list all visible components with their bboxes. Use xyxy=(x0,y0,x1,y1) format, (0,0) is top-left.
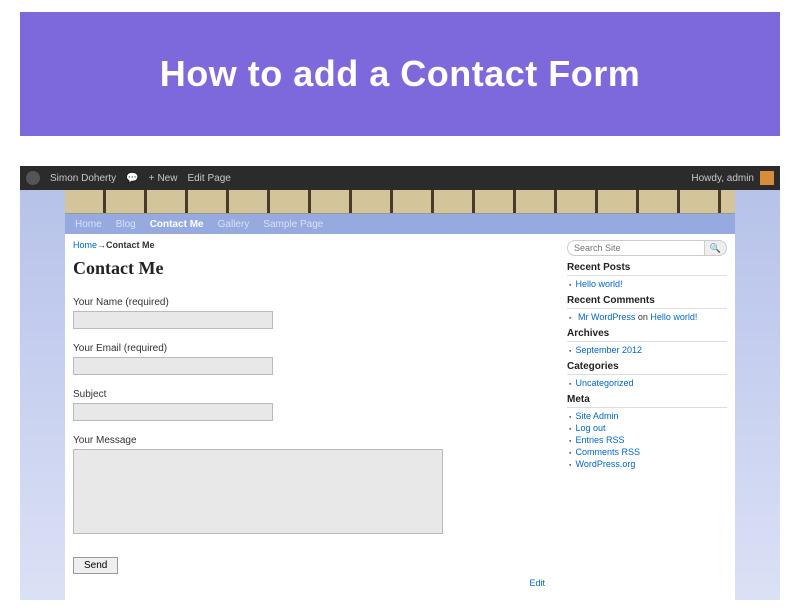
widget-title-archives: Archives xyxy=(567,328,727,342)
sidebar: 🔍 Recent Posts Hello world! Recent Comme… xyxy=(567,240,727,594)
admin-bar-right: Howdy, admin xyxy=(691,171,774,185)
categories-list: Uncategorized xyxy=(567,378,727,388)
nav-item-blog[interactable]: Blog xyxy=(116,219,136,230)
wp-admin-bar: Simon Doherty New Edit Page Howdy, admin xyxy=(20,166,780,190)
category-link[interactable]: Uncategorized xyxy=(575,378,633,388)
recent-post-link[interactable]: Hello world! xyxy=(575,279,622,289)
nav-item-sample-page[interactable]: Sample Page xyxy=(263,219,323,230)
name-label: Your Name (required) xyxy=(73,297,549,308)
form-group-subject: Subject xyxy=(73,389,549,421)
nav-item-contact-me[interactable]: Contact Me xyxy=(150,219,204,230)
widget-title-categories: Categories xyxy=(567,361,727,375)
list-item: Mr WordPress on Hello world! xyxy=(569,312,727,322)
search-input[interactable] xyxy=(567,240,705,256)
send-button[interactable]: Send xyxy=(73,557,118,574)
breadcrumb-separator: → xyxy=(97,240,106,250)
main-nav: Home Blog Contact Me Gallery Sample Page xyxy=(65,214,735,234)
page-background: Home Blog Contact Me Gallery Sample Page… xyxy=(20,190,780,600)
widget-title-recent-comments: Recent Comments xyxy=(567,295,727,309)
list-item: Comments RSS xyxy=(569,447,727,457)
meta-list: Site Admin Log out Entries RSS Comments … xyxy=(567,411,727,469)
email-input[interactable] xyxy=(73,357,273,375)
message-label: Your Message xyxy=(73,435,549,446)
comment-author-link[interactable]: Mr WordPress xyxy=(578,312,635,322)
recent-comments-list: Mr WordPress on Hello world! xyxy=(567,312,727,322)
admin-bar-edit-page[interactable]: Edit Page xyxy=(187,173,230,184)
list-item: Hello world! xyxy=(569,279,727,289)
form-group-message: Your Message xyxy=(73,435,549,537)
list-item: Entries RSS xyxy=(569,435,727,445)
meta-site-admin-link[interactable]: Site Admin xyxy=(575,411,618,421)
meta-logout-link[interactable]: Log out xyxy=(575,423,605,433)
list-item: Uncategorized xyxy=(569,378,727,388)
banner-title: How to add a Contact Form xyxy=(160,53,641,95)
breadcrumb: Home→Contact Me xyxy=(73,240,549,250)
recent-posts-list: Hello world! xyxy=(567,279,727,289)
admin-bar-site-name[interactable]: Simon Doherty xyxy=(50,173,116,184)
new-label: New xyxy=(157,173,177,184)
main-column: Home→Contact Me Contact Me Your Name (re… xyxy=(73,240,567,594)
header-image xyxy=(65,190,735,214)
admin-bar-left: Simon Doherty New Edit Page xyxy=(26,171,231,185)
list-item: Log out xyxy=(569,423,727,433)
meta-comments-rss-link[interactable]: Comments RSS xyxy=(575,447,640,457)
search-icon: 🔍 xyxy=(710,243,721,254)
wordpress-logo-icon[interactable] xyxy=(26,171,40,185)
page-title: Contact Me xyxy=(73,258,549,279)
list-item: Site Admin xyxy=(569,411,727,421)
breadcrumb-current: Contact Me xyxy=(106,240,155,250)
content-area: Home→Contact Me Contact Me Your Name (re… xyxy=(65,234,735,600)
comment-on-text: on xyxy=(638,312,648,322)
search-form: 🔍 xyxy=(567,240,727,256)
breadcrumb-home-link[interactable]: Home xyxy=(73,240,97,250)
comment-post-link[interactable]: Hello world! xyxy=(650,312,697,322)
comments-icon[interactable] xyxy=(126,173,138,184)
nav-item-gallery[interactable]: Gallery xyxy=(218,219,250,230)
edit-link[interactable]: Edit xyxy=(73,578,549,588)
search-button[interactable]: 🔍 xyxy=(705,240,727,256)
name-input[interactable] xyxy=(73,311,273,329)
archives-list: September 2012 xyxy=(567,345,727,355)
list-item: September 2012 xyxy=(569,345,727,355)
admin-bar-greeting[interactable]: Howdy, admin xyxy=(691,173,754,184)
widget-title-recent-posts: Recent Posts xyxy=(567,262,727,276)
subject-input[interactable] xyxy=(73,403,273,421)
subject-label: Subject xyxy=(73,389,549,400)
admin-bar-new[interactable]: New xyxy=(149,173,178,184)
meta-entries-rss-link[interactable]: Entries RSS xyxy=(575,435,624,445)
screenshot-container: Simon Doherty New Edit Page Howdy, admin… xyxy=(20,166,780,600)
nav-item-home[interactable]: Home xyxy=(75,219,102,230)
message-textarea[interactable] xyxy=(73,449,443,534)
archive-link[interactable]: September 2012 xyxy=(575,345,642,355)
list-item: WordPress.org xyxy=(569,459,727,469)
form-group-email: Your Email (required) xyxy=(73,343,549,375)
slide-banner: How to add a Contact Form xyxy=(20,12,780,136)
avatar[interactable] xyxy=(760,171,774,185)
email-label: Your Email (required) xyxy=(73,343,549,354)
meta-wordpress-link[interactable]: WordPress.org xyxy=(575,459,635,469)
widget-title-meta: Meta xyxy=(567,394,727,408)
form-group-name: Your Name (required) xyxy=(73,297,549,329)
